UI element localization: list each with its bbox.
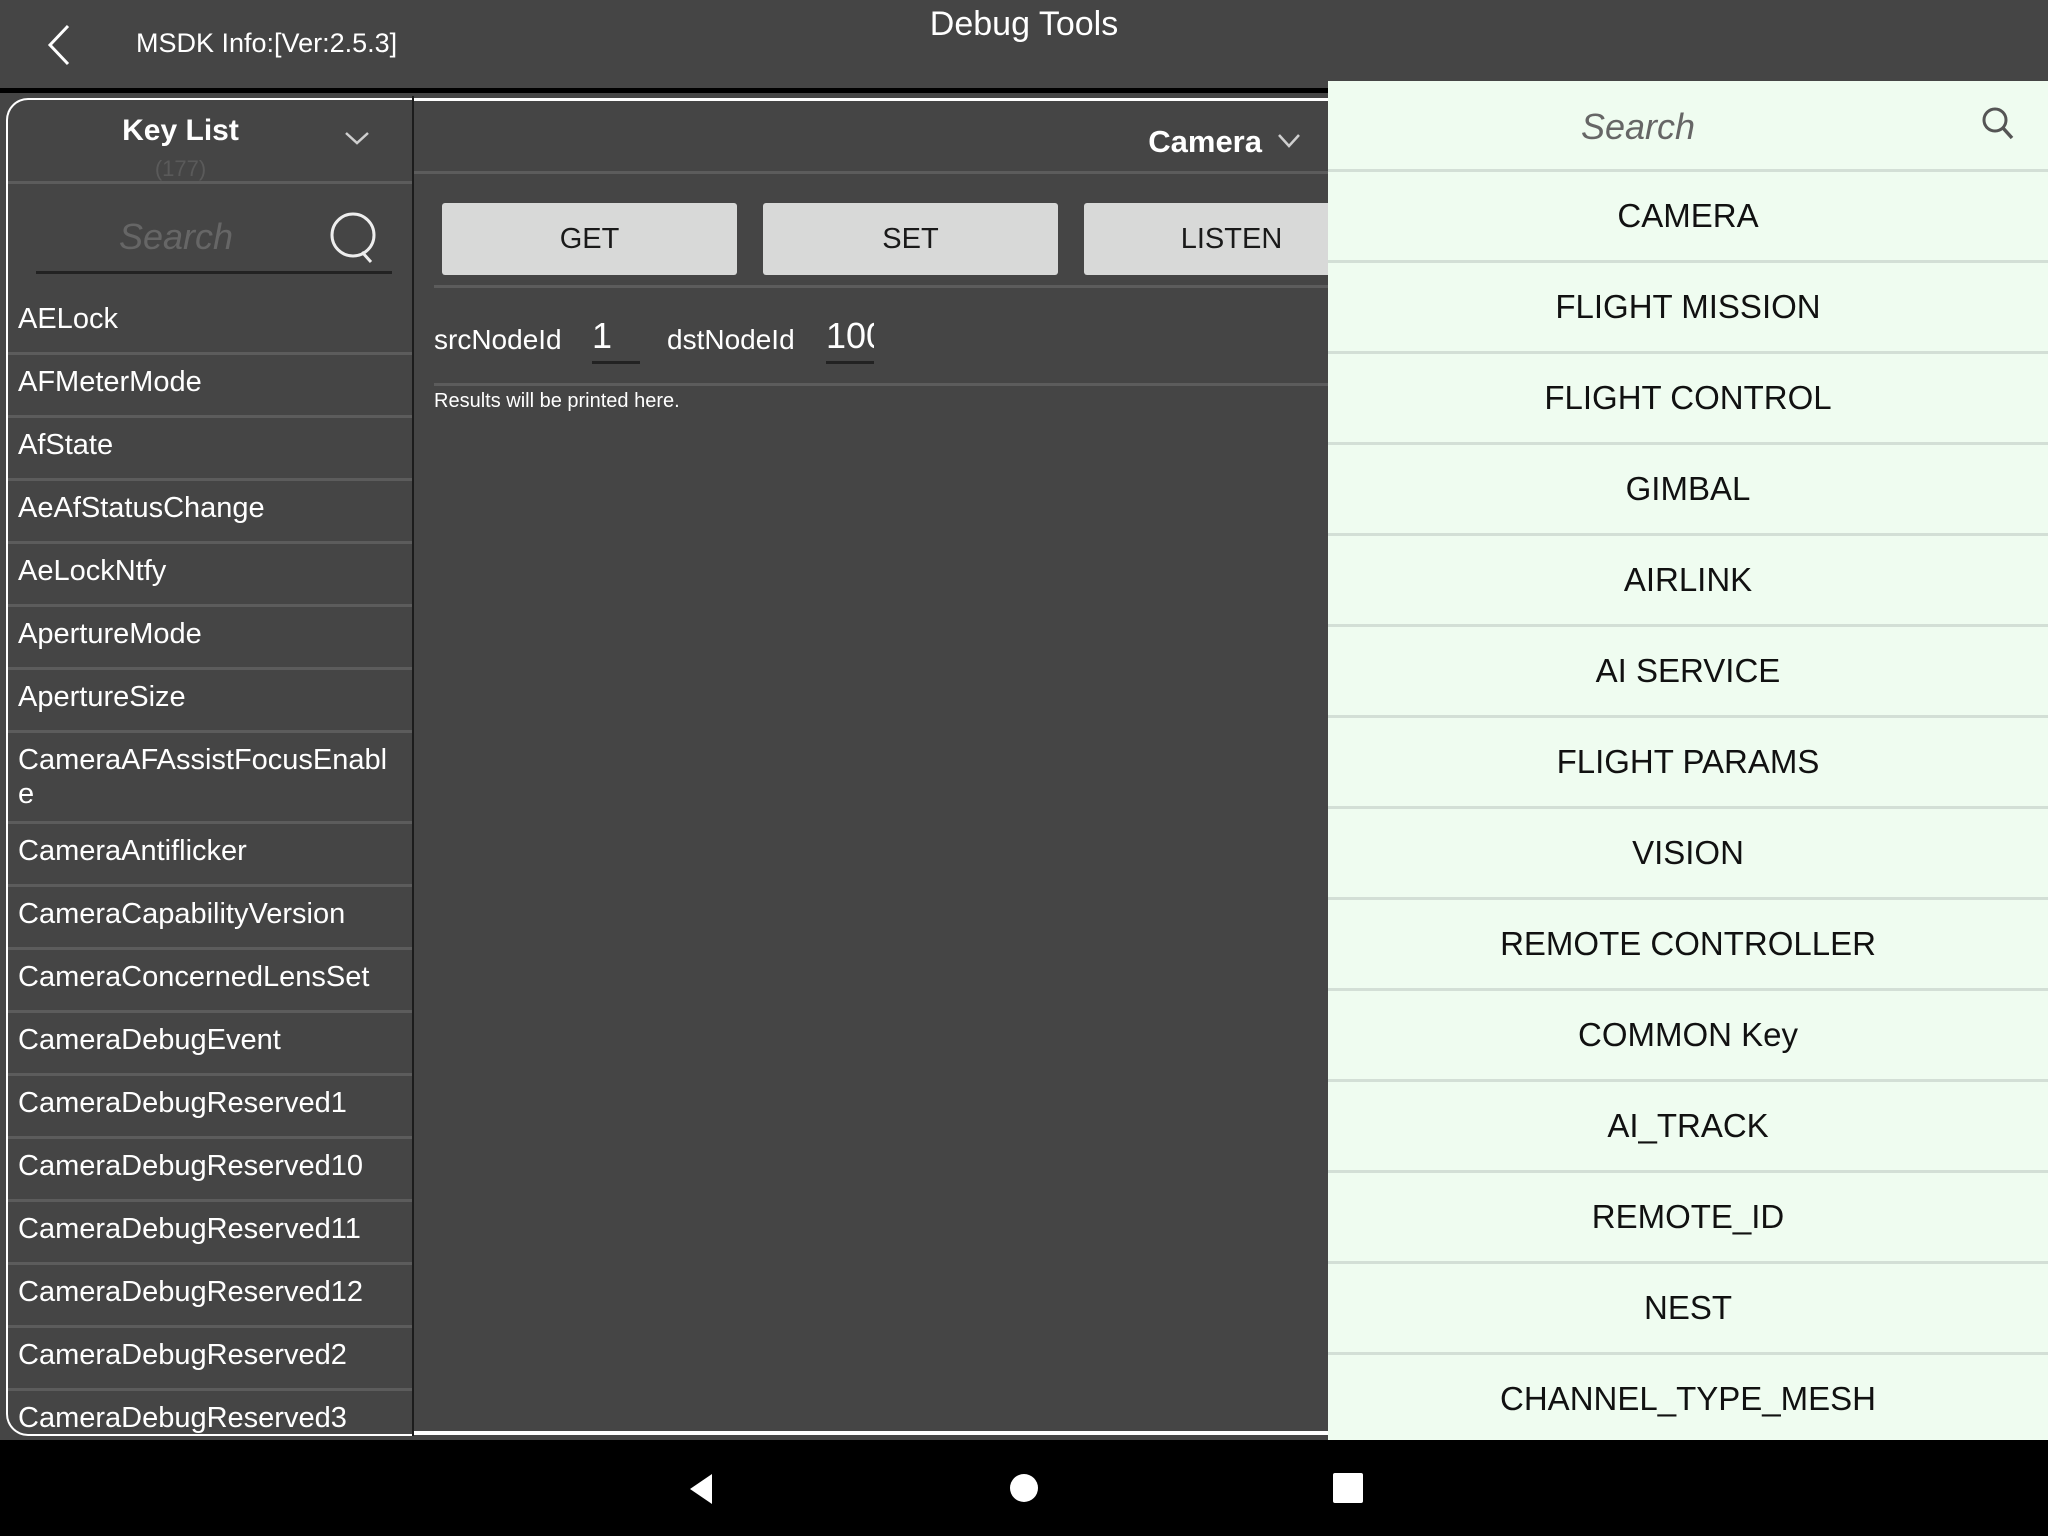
component-selector-label: Camera (1148, 124, 1262, 159)
divider (434, 285, 1328, 288)
key-search-box (36, 200, 392, 274)
key-list-item[interactable]: CameraConcernedLensSet (8, 950, 413, 1013)
key-list-item[interactable]: CameraDebugEvent (8, 1013, 413, 1076)
key-list-count: (177) (154, 156, 207, 181)
chevron-down-icon (345, 132, 369, 145)
key-list-item[interactable]: AELock (8, 292, 413, 355)
key-list-panel: Key List (177) AELockAFMeterModeAfStateA… (6, 98, 413, 1436)
component-list: CAMERA FLIGHT MISSION FLIGHT CONTROL GIMBAL… (1328, 172, 2048, 1440)
key-list-item[interactable]: CameraAFAssistFocusEnable (8, 733, 413, 824)
top-bar: MSDK Info:[Ver:2.5.3] Debug Tools (0, 0, 2048, 88)
component-option[interactable]: CAMERA (1328, 172, 2048, 263)
component-option[interactable]: AIRLINK (1328, 536, 2048, 627)
key-list: AELock AFMeterMode AfState AeAfStatusChange… (8, 292, 413, 1434)
get-button[interactable]: GET (442, 203, 737, 275)
node-id-row: srcNodeId dstNodeId (434, 306, 1328, 376)
key-list-item[interactable]: CameraDebugReserved2 (8, 1328, 413, 1391)
search-icon[interactable] (1978, 103, 2018, 143)
component-search-box (1328, 81, 2048, 172)
component-dropdown-popup: CAMERAFLIGHT MISSIONFLIGHT CONTROLGIMBAL… (1328, 81, 2048, 1440)
component-option[interactable]: REMOTE CONTROLLER (1328, 900, 2048, 991)
main-bottom-border (414, 1431, 1328, 1435)
key-list-item[interactable]: CameraCapabilityVersion (8, 887, 413, 950)
key-list-item[interactable]: CameraAntiflicker (8, 824, 413, 887)
component-option[interactable]: FLIGHT PARAMS (1328, 718, 2048, 809)
dst-node-label: dstNodeId (667, 324, 795, 355)
component-option[interactable]: FLIGHT MISSION (1328, 263, 2048, 354)
search-icon[interactable] (326, 208, 384, 266)
back-triangle-icon[interactable] (680, 1466, 724, 1510)
system-navigation-bar (0, 1440, 2048, 1536)
src-node-input[interactable] (592, 310, 640, 364)
component-option[interactable]: NEST (1328, 1264, 2048, 1355)
set-button[interactable]: SET (763, 203, 1058, 275)
key-list-item[interactable]: AfState (8, 418, 413, 481)
key-list-item[interactable]: ApertureSize (8, 670, 413, 733)
component-option[interactable]: CHANNEL_TYPE_MESH (1328, 1355, 2048, 1440)
msdk-version-info: MSDK Info:[Ver:2.5.3] (136, 28, 398, 58)
component-option[interactable]: COMMON Key (1328, 991, 2048, 1082)
component-option[interactable]: GIMBAL (1328, 445, 2048, 536)
key-list-dropdown[interactable]: Key List (177) (8, 100, 413, 184)
component-option[interactable]: REMOTE_ID (1328, 1173, 2048, 1264)
key-list-title: Key List (122, 114, 239, 147)
component-option[interactable]: VISION (1328, 809, 2048, 900)
component-selector[interactable]: Camera (414, 102, 1328, 174)
key-action-panel: Camera GET SET LISTEN srcNodeId dstNodeI… (414, 96, 1379, 1436)
results-output: Results will be printed here. (434, 390, 680, 412)
divider (434, 383, 1328, 386)
key-list-item[interactable]: ApertureMode (8, 607, 413, 670)
key-list-item[interactable]: AFMeterMode (8, 355, 413, 418)
action-buttons: GET SET LISTEN (442, 203, 1379, 277)
component-option[interactable]: AI_TRACK (1328, 1082, 2048, 1173)
key-list-item[interactable]: AeAfStatusChange (8, 481, 413, 544)
component-option[interactable]: AI SERVICE (1328, 627, 2048, 718)
chevron-down-icon (1278, 134, 1300, 148)
key-list-item[interactable]: AeLockNtfy (8, 544, 413, 607)
key-list-item[interactable]: CameraDebugReserved12 (8, 1265, 413, 1328)
key-list-item[interactable]: CameraDebugReserved10 (8, 1139, 413, 1202)
recents-square-icon[interactable] (1326, 1466, 1370, 1510)
key-list-item[interactable]: CameraDebugReserved11 (8, 1202, 413, 1265)
chevron-left-icon (47, 24, 70, 66)
component-option[interactable]: FLIGHT CONTROL (1328, 354, 2048, 445)
key-list-item[interactable]: CameraDebugReserved3 (8, 1391, 413, 1434)
component-search-input[interactable] (1328, 99, 2048, 155)
key-list-item[interactable]: CameraDebugReserved1 (8, 1076, 413, 1139)
page-title: Debug Tools (929, 5, 1119, 43)
main-top-border (414, 98, 1328, 101)
key-search-input[interactable] (36, 212, 316, 262)
back-button[interactable] (36, 20, 84, 70)
dst-node-input[interactable] (826, 310, 874, 364)
src-node-label: srcNodeId (434, 324, 562, 355)
home-circle-icon[interactable] (1002, 1466, 1046, 1510)
